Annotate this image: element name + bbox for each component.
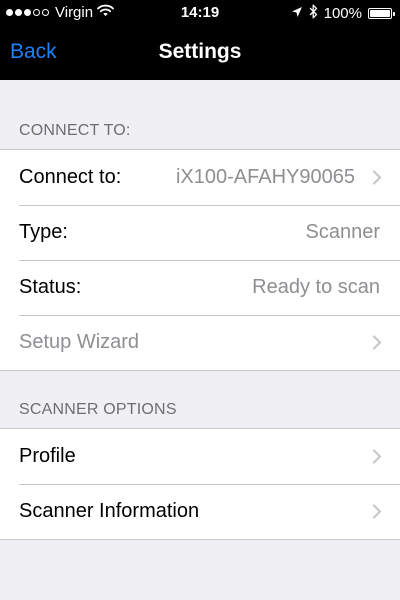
- battery-percent: 100%: [323, 5, 362, 22]
- row-label: Connect to:: [19, 166, 122, 188]
- chevron-right-icon: [372, 335, 382, 350]
- row-label: Status:: [19, 276, 82, 298]
- scanner-information-row[interactable]: Scanner Information: [0, 484, 400, 539]
- battery-fill: [370, 10, 390, 17]
- page-title: Settings: [158, 40, 242, 63]
- top-bar: Virgin 14:19 100% Back Settings: [0, 0, 400, 80]
- status-row: Status: Ready to scan: [0, 260, 400, 315]
- scanner-options-group: Profile Scanner Information: [0, 428, 400, 540]
- type-row: Type: Scanner: [0, 205, 400, 260]
- row-label: Profile: [19, 445, 76, 467]
- row-value: iX100-AFAHY90065: [175, 166, 355, 188]
- row-label: Scanner Information: [19, 500, 200, 522]
- battery-icon: [368, 8, 395, 19]
- status-bar: Virgin 14:19 100%: [0, 0, 400, 26]
- chevron-right-icon: [372, 504, 382, 519]
- row-label: Setup Wizard: [19, 331, 140, 353]
- bluetooth-icon: [309, 4, 318, 23]
- chevron-right-icon: [372, 449, 382, 464]
- connect-to-row[interactable]: Connect to: iX100-AFAHY90065: [0, 150, 400, 205]
- row-label: Type:: [19, 221, 68, 243]
- section-header-scanner-options: SCANNER OPTIONS: [19, 401, 177, 418]
- row-value: Ready to scan: [252, 276, 380, 298]
- battery-tip: [393, 12, 395, 16]
- profile-row[interactable]: Profile: [0, 429, 400, 484]
- setup-wizard-row[interactable]: Setup Wizard: [0, 315, 400, 370]
- chevron-right-icon: [372, 170, 382, 185]
- location-arrow-icon: [291, 5, 303, 22]
- section-header-connect: CONNECT TO:: [19, 122, 131, 139]
- row-value: Scanner: [305, 221, 381, 243]
- connect-group: Connect to: iX100-AFAHY90065 Type: Scann…: [0, 149, 400, 371]
- status-bar-right: 100%: [291, 4, 395, 23]
